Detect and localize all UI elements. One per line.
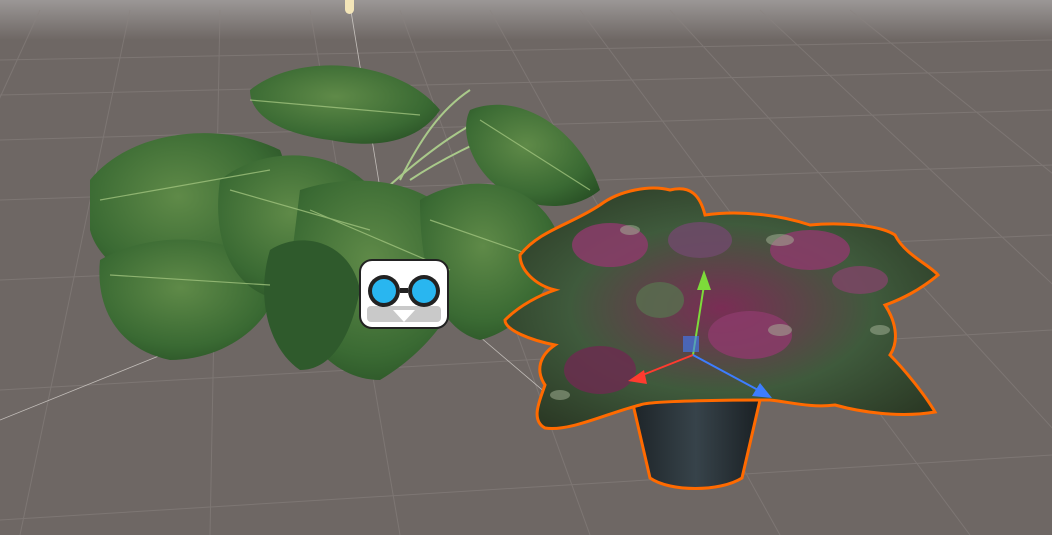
scene-canvas[interactable] <box>0 0 1052 535</box>
begonia-plant[interactable] <box>503 186 941 490</box>
scene-view[interactable] <box>0 0 1052 535</box>
horizon-haze <box>0 0 1052 40</box>
light-gizmo[interactable] <box>345 0 354 14</box>
vr-headset-icon <box>359 259 449 329</box>
plant-pot <box>630 398 762 490</box>
vr-camera-gizmo[interactable] <box>359 258 449 330</box>
plane-handle[interactable] <box>683 336 699 352</box>
